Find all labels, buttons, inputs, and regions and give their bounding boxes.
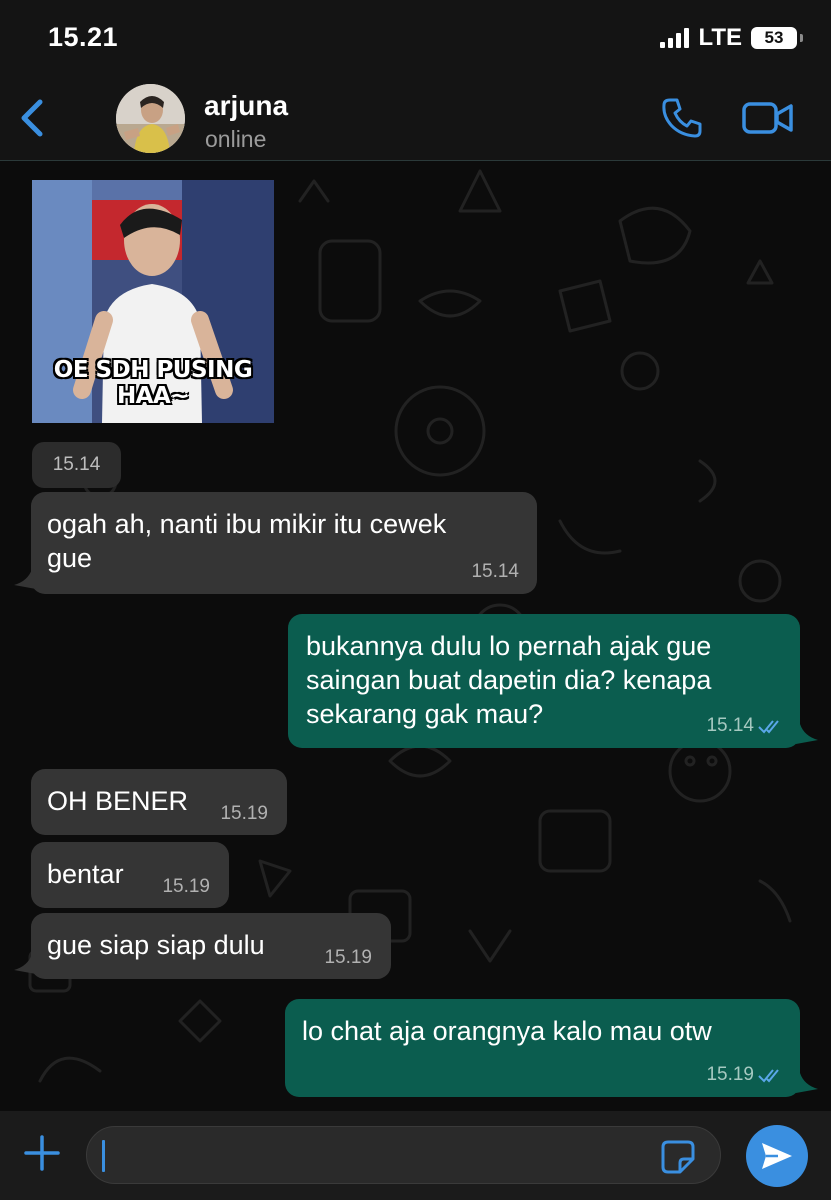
battery-level: 53 <box>764 28 784 47</box>
message-time: 15.14 <box>471 561 519 582</box>
message-text: bukannya dulu lo pernah ajak gue saingan… <box>306 631 712 729</box>
message-text: ogah ah, nanti ibu mikir itu cewek gue <box>47 509 447 573</box>
status-bar: 15.21 LTE 53 <box>0 0 831 78</box>
status-indicators: LTE 53 <box>660 24 803 52</box>
message-text: gue siap siap dulu <box>47 930 265 960</box>
chat-area[interactable]: OE SDH PUSING HAA~ 15.14 ogah ah, nanti … <box>0 161 831 1111</box>
sticker-icon[interactable] <box>660 1139 696 1175</box>
plus-icon[interactable] <box>22 1133 62 1173</box>
battery-icon: 53 <box>751 27 803 49</box>
sticker-image[interactable]: OE SDH PUSING HAA~ <box>32 180 274 423</box>
bubble-tail <box>796 1073 818 1093</box>
bubble-tail <box>14 569 36 589</box>
double-check-icon <box>758 720 779 734</box>
bubble-tail <box>796 724 818 744</box>
message-time: 15.14 <box>706 716 784 736</box>
send-button[interactable] <box>746 1125 808 1187</box>
signal-icon <box>660 28 690 48</box>
contact-name[interactable]: arjuna <box>204 90 288 122</box>
message-bubble-incoming[interactable]: OH BENER 15.19 <box>31 769 287 835</box>
sticker-caption: OE SDH PUSING HAA~ <box>53 357 253 409</box>
phone-icon[interactable] <box>660 96 704 140</box>
message-time: 15.19 <box>706 1065 784 1085</box>
status-time: 15.21 <box>48 22 119 52</box>
message-time: 15.19 <box>162 876 210 897</box>
input-bar <box>0 1111 831 1200</box>
double-check-icon <box>758 1069 779 1083</box>
message-text: OH BENER <box>47 786 189 816</box>
sticker-timestamp: 15.14 <box>32 442 121 488</box>
message-time: 15.19 <box>324 947 372 968</box>
message-text: bentar <box>47 859 124 889</box>
text-cursor <box>102 1140 105 1172</box>
video-camera-icon[interactable] <box>742 100 794 136</box>
message-bubble-incoming[interactable]: ogah ah, nanti ibu mikir itu cewek gue 1… <box>31 492 537 594</box>
chevron-left-icon[interactable] <box>14 94 50 142</box>
message-text: lo chat aja orangnya kalo mau otw <box>302 1016 712 1046</box>
send-icon <box>762 1143 792 1169</box>
message-time: 15.19 <box>220 803 268 824</box>
contact-status: online <box>205 126 267 152</box>
message-bubble-outgoing[interactable]: bukannya dulu lo pernah ajak gue saingan… <box>288 614 800 748</box>
avatar[interactable] <box>116 84 185 153</box>
network-type: LTE <box>698 24 742 51</box>
bubble-tail <box>14 954 36 974</box>
message-bubble-incoming[interactable]: bentar 15.19 <box>31 842 229 908</box>
message-bubble-incoming[interactable]: gue siap siap dulu 15.19 <box>31 913 391 979</box>
message-bubble-outgoing[interactable]: lo chat aja orangnya kalo mau otw 15.19 <box>285 999 800 1097</box>
chat-header: arjuna online <box>0 78 831 161</box>
message-input[interactable] <box>86 1126 721 1184</box>
